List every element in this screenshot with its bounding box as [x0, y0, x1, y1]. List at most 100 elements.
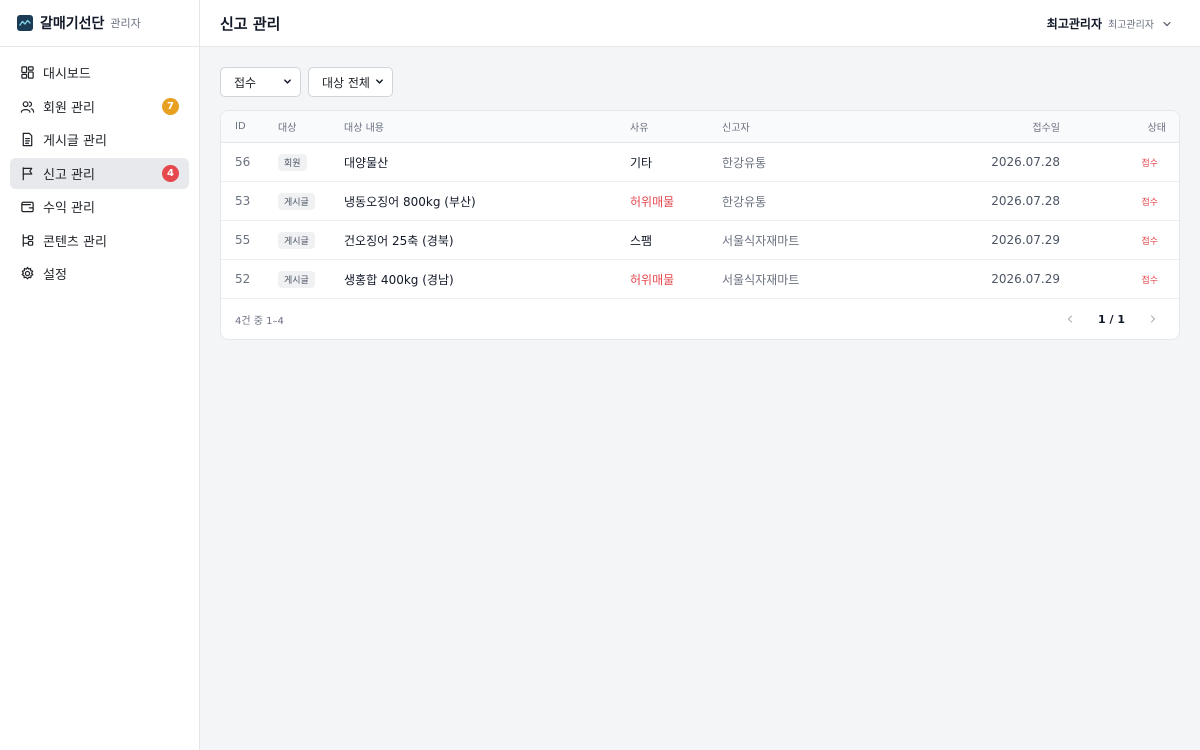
column-header-id[interactable]: ID	[235, 111, 246, 142]
received-date: 2026.07.29	[991, 272, 1060, 286]
reporter-name: 한강유통	[722, 194, 767, 209]
sidebar-item-label: 대시보드	[43, 67, 91, 82]
sidebar-item-dashboard[interactable]: 대시보드	[10, 57, 189, 88]
chevron-right-icon	[1150, 315, 1156, 323]
received-date: 2026.07.28	[991, 194, 1060, 208]
brand[interactable]: 갈매기선단 관리자	[0, 0, 199, 47]
reporter-name: 서울식자재마트	[722, 233, 800, 248]
target-type-badge: 회원	[278, 153, 307, 171]
status-badge: 접수	[1141, 158, 1158, 169]
count-badge: 7	[162, 97, 179, 115]
report-reason: 스팸	[630, 233, 653, 248]
status-cell: 접수	[1141, 260, 1158, 298]
received-date: 2026.07.29	[991, 233, 1060, 247]
status-badge: 접수	[1141, 275, 1158, 286]
tree-icon	[20, 233, 35, 248]
report-id: 53	[235, 194, 251, 208]
sidebar-item-reports[interactable]: 신고 관리 4	[10, 157, 189, 189]
next-page-button[interactable]	[1145, 311, 1161, 327]
sidebar-item-label: 콘텐츠 관리	[43, 234, 107, 250]
target-type-cell: 게시글	[278, 182, 315, 220]
users-icon	[20, 99, 35, 114]
flag-icon	[20, 166, 35, 181]
sidebar-item-label: 설정	[43, 268, 67, 283]
sidebar-item-posts[interactable]: 게시글 관리	[10, 124, 189, 155]
sidebar-item-label: 게시글 관리	[43, 134, 107, 149]
user-menu[interactable]: 최고관리자 최고관리자	[1047, 0, 1172, 47]
user-name: 최고관리자	[1046, 17, 1102, 31]
report-id: 56	[235, 155, 251, 169]
topbar: 신고 관리 최고관리자 최고관리자	[200, 0, 1200, 47]
chevron-left-icon	[1067, 315, 1073, 323]
column-header-date[interactable]: 접수일	[1032, 111, 1060, 142]
main-content: 접수 대상 전체 ID 대상 대상 내용 사유 신고자 접수일 상태 56 회원 대…	[220, 67, 1180, 340]
brand-logo-icon	[17, 15, 33, 31]
table-row[interactable]: 53 게시글 냉동오징어 800kg (부산) 허위매물 한강유통 2026.07.28 접…	[221, 182, 1179, 221]
status-cell: 접수	[1141, 221, 1158, 259]
target-content[interactable]: 대양물산	[344, 143, 388, 181]
user-role: 최고관리자	[1108, 20, 1154, 31]
table-header: ID 대상 대상 내용 사유 신고자 접수일 상태	[221, 111, 1179, 143]
sidebar-item-members[interactable]: 회원 관리 7	[10, 91, 189, 122]
column-header-type[interactable]: 대상	[278, 111, 296, 142]
target-type-badge: 게시글	[278, 231, 315, 249]
table-row[interactable]: 52 게시글 생홍합 400kg (경남) 허위매물 서울식자재마트 2026.07.29…	[221, 260, 1179, 299]
target-type-badge: 게시글	[278, 270, 315, 288]
table-row[interactable]: 56 회원 대양물산 기타 한강유통 2026.07.28 접수	[221, 143, 1179, 182]
page-indicator: 1 / 1	[1098, 312, 1125, 326]
chevron-down-icon	[283, 75, 292, 89]
target-type-badge: 게시글	[278, 192, 315, 210]
sidebar-item-label: 신고 관리	[43, 167, 95, 183]
gear-icon	[20, 266, 35, 281]
target-filter-value: 대상 전체	[322, 75, 370, 90]
sidebar-nav: 대시보드회원 관리 7 게시글 관리신고 관리 4 수익 관리콘텐츠 관리설정	[0, 47, 199, 289]
column-header-status[interactable]: 상태	[1148, 111, 1166, 142]
column-header-reporter[interactable]: 신고자	[722, 111, 750, 142]
chevron-down-icon	[1162, 14, 1172, 33]
received-date: 2026.07.28	[991, 155, 1060, 169]
target-content[interactable]: 냉동오징어 800kg (부산)	[344, 182, 476, 220]
document-icon	[20, 132, 35, 147]
sidebar-item-revenue[interactable]: 수익 관리	[10, 191, 189, 222]
pagination: 1 / 1	[1062, 299, 1161, 339]
status-filter-value: 접수	[234, 75, 257, 90]
chevron-down-icon	[375, 75, 384, 89]
report-reason: 허위매물	[630, 194, 675, 209]
target-type-cell: 게시글	[278, 221, 315, 259]
target-content[interactable]: 생홍합 400kg (경남)	[344, 260, 454, 298]
reports-table-card: ID 대상 대상 내용 사유 신고자 접수일 상태 56 회원 대양물산 기타 한강유통…	[220, 110, 1180, 340]
target-type-cell: 게시글	[278, 260, 315, 298]
column-header-content[interactable]: 대상 내용	[344, 111, 384, 142]
dashboard-icon	[20, 65, 35, 80]
sidebar-item-label: 수익 관리	[43, 201, 95, 216]
sidebar-item-label: 회원 관리	[43, 100, 95, 116]
status-cell: 접수	[1141, 143, 1158, 181]
target-type-cell: 회원	[278, 143, 307, 181]
status-filter-select[interactable]: 접수	[220, 67, 301, 97]
status-badge: 접수	[1141, 236, 1158, 247]
status-badge: 접수	[1141, 197, 1158, 208]
page-title: 신고 관리	[220, 14, 281, 33]
table-row[interactable]: 55 게시글 건오징어 25축 (경북) 스팸 서울식자재마트 2026.07.29 접수	[221, 221, 1179, 260]
status-cell: 접수	[1141, 182, 1158, 220]
result-count: 4건 중 1–4	[235, 315, 284, 327]
sidebar: 갈매기선단 관리자 대시보드회원 관리 7 게시글 관리신고 관리 4 수익 관리콘텐츠…	[0, 0, 200, 750]
target-content[interactable]: 건오징어 25축 (경북)	[344, 221, 454, 259]
column-header-reason[interactable]: 사유	[630, 111, 648, 142]
brand-name: 갈매기선단	[40, 16, 105, 32]
report-id: 52	[235, 272, 251, 286]
count-badge: 4	[162, 164, 179, 182]
report-id: 55	[235, 233, 251, 247]
reporter-name: 서울식자재마트	[722, 272, 800, 287]
filter-bar: 접수 대상 전체	[220, 67, 1180, 97]
target-filter-select[interactable]: 대상 전체	[308, 67, 393, 97]
report-reason: 허위매물	[630, 272, 675, 287]
report-reason: 기타	[630, 155, 653, 170]
table-body: 56 회원 대양물산 기타 한강유통 2026.07.28 접수 53 게시글 냉동오징어 800…	[221, 143, 1179, 299]
sidebar-item-content[interactable]: 콘텐츠 관리	[10, 225, 189, 256]
brand-subtitle: 관리자	[110, 17, 141, 30]
previous-page-button[interactable]	[1062, 311, 1078, 327]
reporter-name: 한강유통	[722, 155, 767, 170]
table-footer: 4건 중 1–4 1 / 1	[221, 299, 1179, 339]
sidebar-item-settings[interactable]: 설정	[10, 258, 189, 289]
